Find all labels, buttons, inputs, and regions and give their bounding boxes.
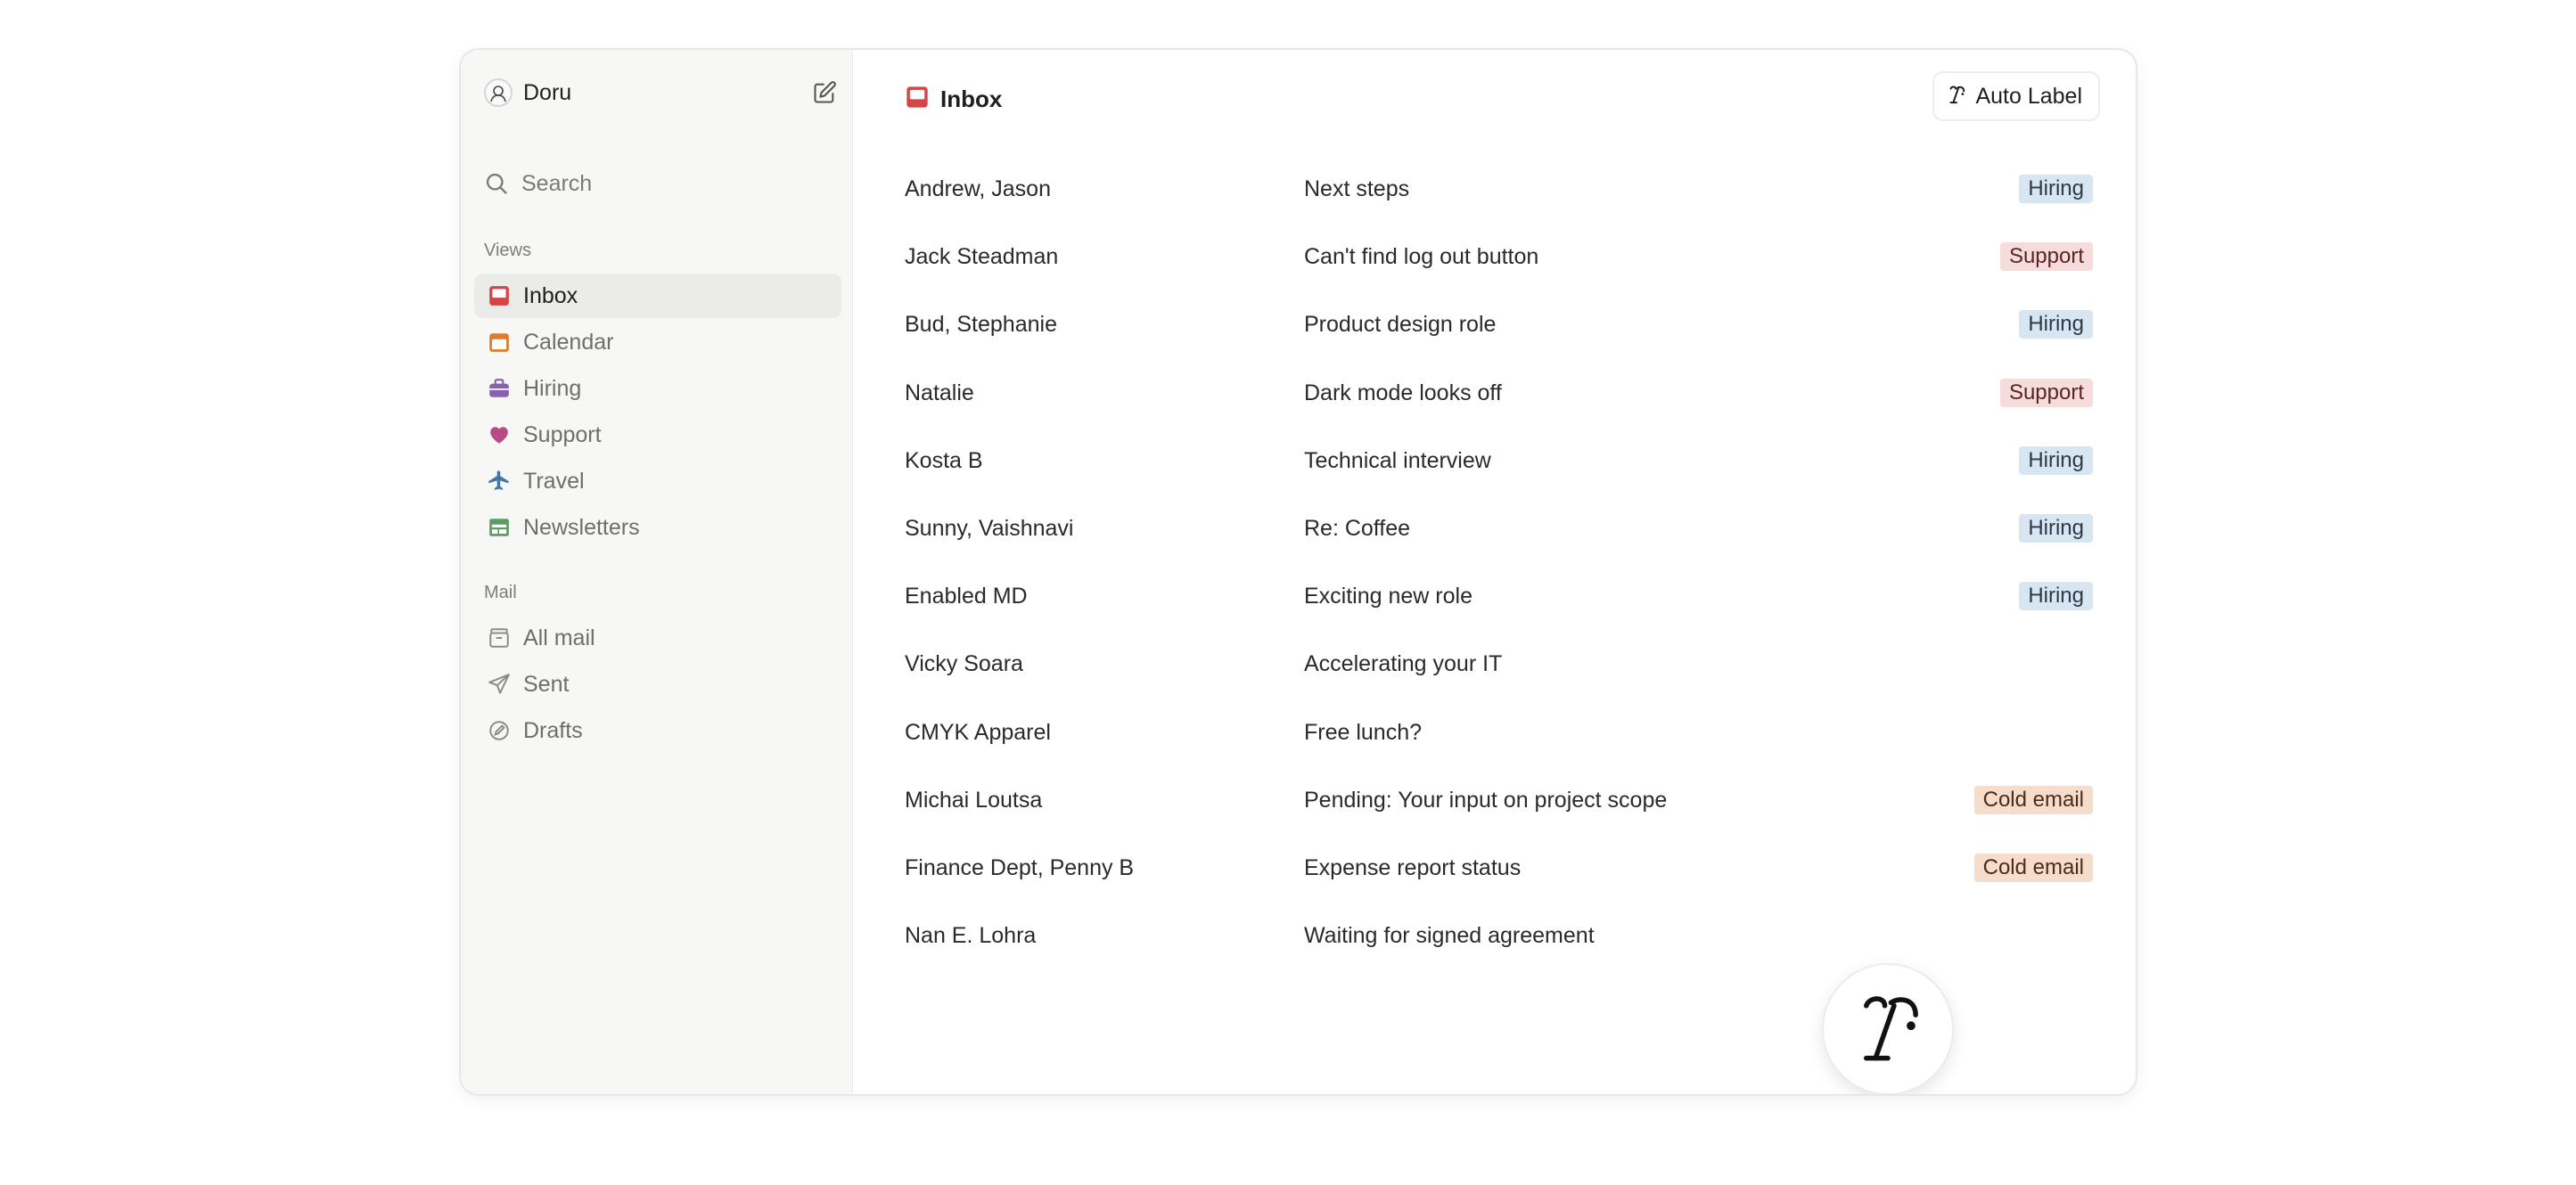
compose-icon[interactable] (808, 77, 841, 109)
app-window: Doru Search Views Inbox Calendar Hiring … (459, 48, 2137, 1096)
email-subject: Product design role (1304, 312, 1497, 337)
email-subject: Expense report status (1304, 855, 1522, 880)
newspaper-icon (486, 514, 513, 541)
sidebar-item-newsletters[interactable]: Newsletters (474, 505, 841, 550)
page-title-label: Inbox (940, 85, 1003, 112)
email-sender: Kosta B (905, 448, 983, 473)
sidebar-item-label: Hiring (523, 375, 582, 401)
email-sender: Bud, Stephanie (905, 312, 1057, 337)
email-sender: CMYK Apparel (905, 720, 1051, 745)
email-tag[interactable]: Hiring (2019, 310, 2093, 339)
email-tag[interactable]: Hiring (2019, 514, 2093, 543)
email-sender: Natalie (905, 380, 974, 405)
email-tag[interactable]: Cold email (1973, 854, 2093, 882)
email-row[interactable]: Enabled MD Exciting new role Hiring (889, 566, 2100, 626)
email-row[interactable]: Vicky Soara Accelerating your IT (889, 633, 2100, 694)
email-subject: Technical interview (1304, 448, 1491, 473)
sidebar-item-travel[interactable]: Travel (474, 459, 841, 503)
sidebar-item-label: Drafts (523, 717, 583, 743)
sidebar-item-hiring[interactable]: Hiring (474, 366, 841, 411)
auto-label-button[interactable]: Auto Label (1932, 71, 2100, 121)
email-sender: Finance Dept, Penny B (905, 855, 1135, 880)
email-row[interactable]: Kosta B Technical interview Hiring (889, 430, 2100, 491)
email-row[interactable]: Andrew, Jason Next steps Hiring (889, 159, 2100, 219)
label-logo-icon (1947, 84, 1966, 110)
email-sender: Jack Steadman (905, 244, 1059, 269)
email-row[interactable]: Nan E. Lohra Waiting for signed agreement (889, 905, 2100, 966)
email-row[interactable]: Bud, Stephanie Product design role Hiring (889, 294, 2100, 355)
email-tag[interactable]: Hiring (2019, 446, 2093, 475)
sidebar-item-label: All mail (523, 625, 595, 650)
calendar-icon (486, 329, 513, 356)
email-sender: Enabled MD (905, 584, 1028, 609)
draft-icon (486, 717, 513, 744)
user-name: Doru (523, 79, 572, 105)
avatar[interactable] (484, 78, 513, 107)
sidebar-item-all-mail[interactable]: All mail (474, 616, 841, 660)
email-subject: Next steps (1304, 176, 1410, 201)
send-icon (486, 671, 513, 698)
sidebar-item-calendar[interactable]: Calendar (474, 320, 841, 364)
email-row[interactable]: CMYK Apparel Free lunch? (889, 702, 2100, 763)
email-row[interactable]: Finance Dept, Penny B Expense report stat… (889, 838, 2100, 898)
email-tag[interactable]: Hiring (2019, 582, 2093, 610)
sidebar-item-label: Travel (523, 468, 585, 494)
page-title: Inbox (905, 77, 1002, 121)
auto-label-text: Auto Label (1975, 83, 2082, 109)
email-sender: Andrew, Jason (905, 176, 1051, 201)
email-tag[interactable]: Support (1999, 242, 2093, 271)
search-label: Search (521, 170, 593, 196)
sidebar-item-label: Newsletters (523, 514, 640, 540)
email-subject: Can't find log out button (1304, 244, 1539, 269)
email-sender: Nan E. Lohra (905, 923, 1037, 948)
email-subject: Dark mode looks off (1304, 380, 1502, 405)
email-tag[interactable]: Hiring (2019, 175, 2093, 203)
email-row[interactable]: Sunny, Vaishnavi Re: Coffee Hiring (889, 498, 2100, 559)
sidebar-item-support[interactable]: Support (474, 413, 841, 457)
sidebar-item-label: Support (523, 421, 602, 447)
user-header: Doru (484, 73, 841, 112)
email-subject: Accelerating your IT (1304, 651, 1503, 676)
email-subject: Pending: Your input on project scope (1304, 788, 1668, 813)
search-button[interactable]: Search (484, 164, 841, 203)
sidebar: Doru Search Views Inbox Calendar Hiring … (461, 50, 853, 1094)
sidebar-item-label: Sent (523, 671, 570, 697)
sidebar-item-label: Inbox (523, 282, 578, 308)
email-tag[interactable]: Cold email (1973, 786, 2093, 814)
main-panel: Inbox Auto Label Andrew, Jason Next steps… (853, 50, 2136, 1094)
search-icon (486, 173, 507, 194)
heart-icon (486, 421, 513, 448)
archive-icon (486, 625, 513, 651)
sidebar-item-inbox[interactable]: Inbox (474, 274, 841, 318)
views-section-label: Views (484, 241, 531, 260)
mail-section-label: Mail (484, 583, 517, 602)
email-row[interactable]: Natalie Dark mode looks off Support (889, 363, 2100, 423)
email-sender: Vicky Soara (905, 651, 1023, 676)
assistant-logo-icon (1850, 987, 1925, 1072)
airplane-icon (486, 468, 513, 494)
email-subject: Re: Coffee (1304, 516, 1411, 541)
email-row[interactable]: Jack Steadman Can't find log out button Su… (889, 226, 2100, 287)
inbox-icon (905, 85, 930, 114)
email-subject: Waiting for signed agreement (1304, 923, 1595, 948)
email-sender: Michai Loutsa (905, 788, 1043, 813)
email-row[interactable]: Michai Loutsa Pending: Your input on proj… (889, 770, 2100, 830)
email-subject: Exciting new role (1304, 584, 1473, 609)
email-sender: Sunny, Vaishnavi (905, 516, 1074, 541)
briefcase-icon (486, 375, 513, 402)
sidebar-item-sent[interactable]: Sent (474, 662, 841, 707)
sidebar-item-drafts[interactable]: Drafts (474, 708, 841, 753)
inbox-icon (486, 282, 513, 309)
email-tag[interactable]: Support (1999, 379, 2093, 407)
assistant-button[interactable] (1822, 963, 1954, 1094)
sidebar-item-label: Calendar (523, 329, 614, 355)
email-subject: Free lunch? (1304, 720, 1423, 745)
